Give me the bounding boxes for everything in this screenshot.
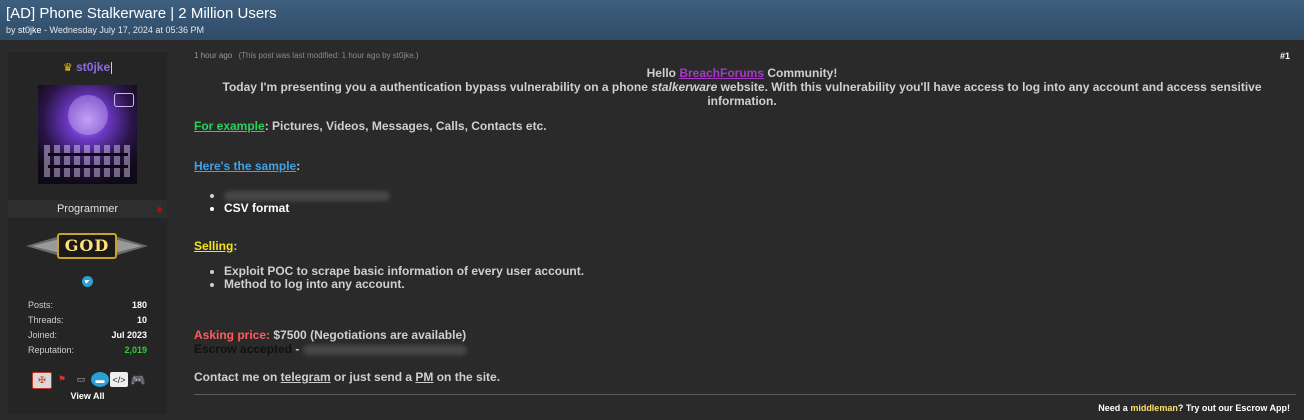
rank-badge-text: GOD: [64, 236, 110, 255]
chat-award-icon[interactable]: ▭: [72, 372, 90, 387]
code-award-icon[interactable]: </>: [110, 372, 128, 387]
stat-row-joined: Joined: Jul 2023: [28, 328, 147, 343]
avatar-glow: [68, 95, 108, 135]
contact-mid: or just send a: [330, 370, 416, 384]
flag-award-icon[interactable]: ⚑: [53, 372, 71, 387]
asking-price-value: $7500 (Negotiations are available): [270, 328, 467, 342]
stat-label: Reputation:: [28, 345, 75, 355]
text-cursor: [111, 61, 113, 74]
telegram-link[interactable]: telegram: [281, 370, 331, 384]
greeting-line: Hello BreachForums Community!: [194, 66, 1290, 80]
example-line: For example: Pictures, Videos, Messages,…: [194, 119, 1290, 133]
selling-colon: :: [233, 239, 238, 253]
stat-value[interactable]: 10: [137, 313, 147, 328]
intro-text-a: Today I'm presenting you a authenticatio…: [222, 80, 652, 94]
intro-text-b: website. With this vulnerability you'll …: [707, 80, 1262, 108]
pm-link[interactable]: PM: [415, 370, 433, 384]
thread-header: [AD] Phone Stalkerware | 2 Million Users…: [0, 0, 1304, 40]
contact-line: Contact me on telegram or just send a PM…: [194, 370, 1290, 384]
monitor-award-icon[interactable]: ▬: [91, 372, 109, 387]
user-role-label: Programmer: [56, 203, 119, 215]
escrow-dash: -: [292, 342, 303, 356]
thread-date: - Wednesday July 17, 2024 at 05:36 PM: [41, 25, 204, 35]
post-edited-note: (This post was last modified: 1 hour ago…: [238, 51, 419, 60]
example-text: : Pictures, Videos, Messages, Calls, Con…: [264, 119, 547, 133]
username-link[interactable]: st0jke: [76, 60, 110, 74]
stat-label: Posts:: [28, 300, 54, 310]
post-time[interactable]: 1 hour ago: [194, 51, 232, 60]
post-meta: 1 hour ago (This post was last modified:…: [194, 51, 419, 60]
escrow-label: Escrow accepted: [194, 342, 293, 356]
rank-badge: GOD: [26, 230, 148, 262]
gamepad-award-icon[interactable]: 🎮: [129, 372, 147, 387]
sample-label: Here's the sample: [194, 159, 297, 173]
contact-prefix: Contact me on: [194, 370, 281, 384]
sample-heading: Here's the sample:: [194, 159, 1290, 173]
redacted-text: [302, 344, 467, 355]
user-panel: ♛ st0jke Programmer GOD Posts: 180 Threa…: [8, 52, 167, 414]
escrow-app-link[interactable]: ? Try out our Escrow App!: [1178, 403, 1290, 413]
selling-label: Selling: [194, 239, 234, 253]
example-label: For example: [194, 119, 265, 133]
middleman-link[interactable]: middleman: [1130, 403, 1178, 413]
view-all-awards-link[interactable]: View All: [8, 391, 167, 401]
post-body: Hello BreachForums Community! Today I'm …: [194, 66, 1290, 384]
selling-list: Exploit POC to scrape basic information …: [194, 265, 1290, 291]
user-role: Programmer: [8, 200, 167, 218]
list-item: Method to log into any account.: [224, 278, 1290, 291]
greeting-prefix: Hello: [646, 66, 680, 80]
stat-label: Joined:: [28, 330, 58, 340]
redacted-text: [224, 190, 390, 201]
post-number-link[interactable]: #1: [1280, 51, 1290, 61]
stat-row-threads: Threads: 10: [28, 313, 147, 328]
by-prefix: by: [6, 25, 19, 35]
sample-colon: :: [296, 159, 301, 173]
intro-line: Today I'm presenting you a authenticatio…: [194, 80, 1290, 108]
user-stats: Posts: 180 Threads: 10 Joined: Jul 2023 …: [28, 298, 147, 358]
greeting-suffix: Community!: [764, 66, 838, 80]
stat-value[interactable]: 180: [132, 298, 147, 313]
crown-icon: ♛: [62, 62, 73, 74]
signature-prefix: Need a: [1098, 403, 1131, 413]
selling-heading: Selling:: [194, 239, 1290, 253]
list-item: CSV format: [224, 202, 1290, 215]
sample-list: CSV format: [194, 189, 1290, 215]
signature: Need a middleman? Try out our Escrow App…: [1098, 403, 1290, 413]
avatar-key-gap: [48, 165, 128, 168]
thread-title: [AD] Phone Stalkerware | 2 Million Users: [6, 5, 277, 22]
contact-suffix: on the site.: [433, 370, 501, 384]
stat-row-reputation: Reputation: 2,019: [28, 343, 147, 358]
asking-price-label: Asking price:: [194, 328, 271, 342]
reputation-value[interactable]: 2,019: [124, 343, 147, 358]
stat-label: Threads:: [28, 315, 64, 325]
stat-value: Jul 2023: [111, 330, 147, 340]
thread-author-link[interactable]: st0jke: [18, 25, 42, 35]
stat-row-posts: Posts: 180: [28, 298, 147, 313]
awards-row: ✠ ⚑ ▭ ▬ </> 🎮: [32, 372, 152, 389]
asking-price-line: Asking price: $7500 (Negotiations are av…: [194, 328, 1290, 342]
avatar[interactable]: [38, 85, 137, 184]
avatar-webcam-shape: [114, 93, 134, 107]
intro-emphasis: stalkerware: [651, 80, 718, 94]
avatar-key-gap: [48, 153, 128, 156]
username-row: ♛ st0jke: [8, 60, 167, 74]
avatar-keyboard-shape: [44, 145, 130, 177]
escrow-line: Escrow accepted -: [194, 342, 1290, 356]
thread-meta: by st0jke - Wednesday July 17, 2024 at 0…: [6, 24, 1298, 36]
offline-status-icon: [157, 207, 162, 212]
list-item: [224, 189, 1290, 202]
breachforums-link[interactable]: BreachForums: [679, 66, 764, 80]
award-icon[interactable]: ✠: [32, 372, 52, 389]
signature-divider: [194, 394, 1296, 395]
telegram-icon[interactable]: [82, 276, 93, 287]
